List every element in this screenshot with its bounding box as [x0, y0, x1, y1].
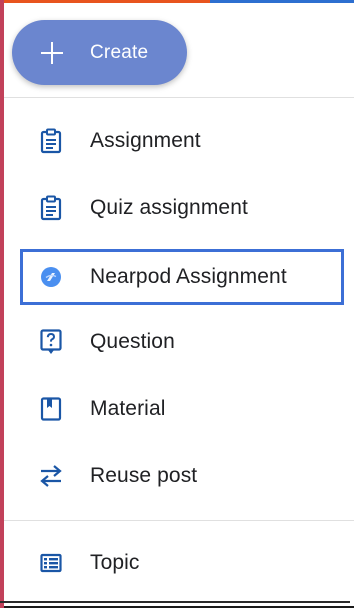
- create-button[interactable]: Create: [12, 20, 187, 85]
- create-menu-panel: Create Assignment Quiz assignment Nearpo…: [4, 3, 354, 606]
- menu-item-topic[interactable]: Topic: [4, 536, 354, 590]
- quiz-assignment-icon: [36, 193, 66, 223]
- menu-item-question[interactable]: Question: [4, 315, 354, 369]
- bottom-border: [0, 601, 350, 603]
- menu-item-label: Question: [90, 330, 175, 353]
- menu-item-label: Assignment: [90, 129, 201, 152]
- divider: [4, 520, 354, 521]
- menu-item-label: Quiz assignment: [90, 196, 248, 219]
- topic-icon: [36, 548, 66, 578]
- menu-item-label: Reuse post: [90, 464, 198, 487]
- material-icon: [36, 394, 66, 424]
- menu-item-material[interactable]: Material: [4, 382, 354, 436]
- menu-item-label: Topic: [90, 551, 140, 574]
- assignment-icon: [36, 126, 66, 156]
- plus-icon: [40, 41, 64, 65]
- reuse-post-icon: [36, 461, 66, 491]
- window-frame: Create Assignment Quiz assignment Nearpo…: [0, 0, 354, 608]
- question-icon: [36, 327, 66, 357]
- menu-item-nearpod-assignment[interactable]: Nearpod Assignment: [4, 250, 354, 304]
- nearpod-icon: [36, 262, 66, 292]
- menu-item-label: Material: [90, 397, 166, 420]
- divider: [4, 97, 354, 98]
- menu-item-reuse-post[interactable]: Reuse post: [4, 449, 354, 503]
- create-button-label: Create: [90, 41, 149, 63]
- menu-item-label: Nearpod Assignment: [90, 265, 287, 288]
- menu-item-assignment[interactable]: Assignment: [4, 114, 354, 168]
- menu-item-quiz-assignment[interactable]: Quiz assignment: [4, 181, 354, 235]
